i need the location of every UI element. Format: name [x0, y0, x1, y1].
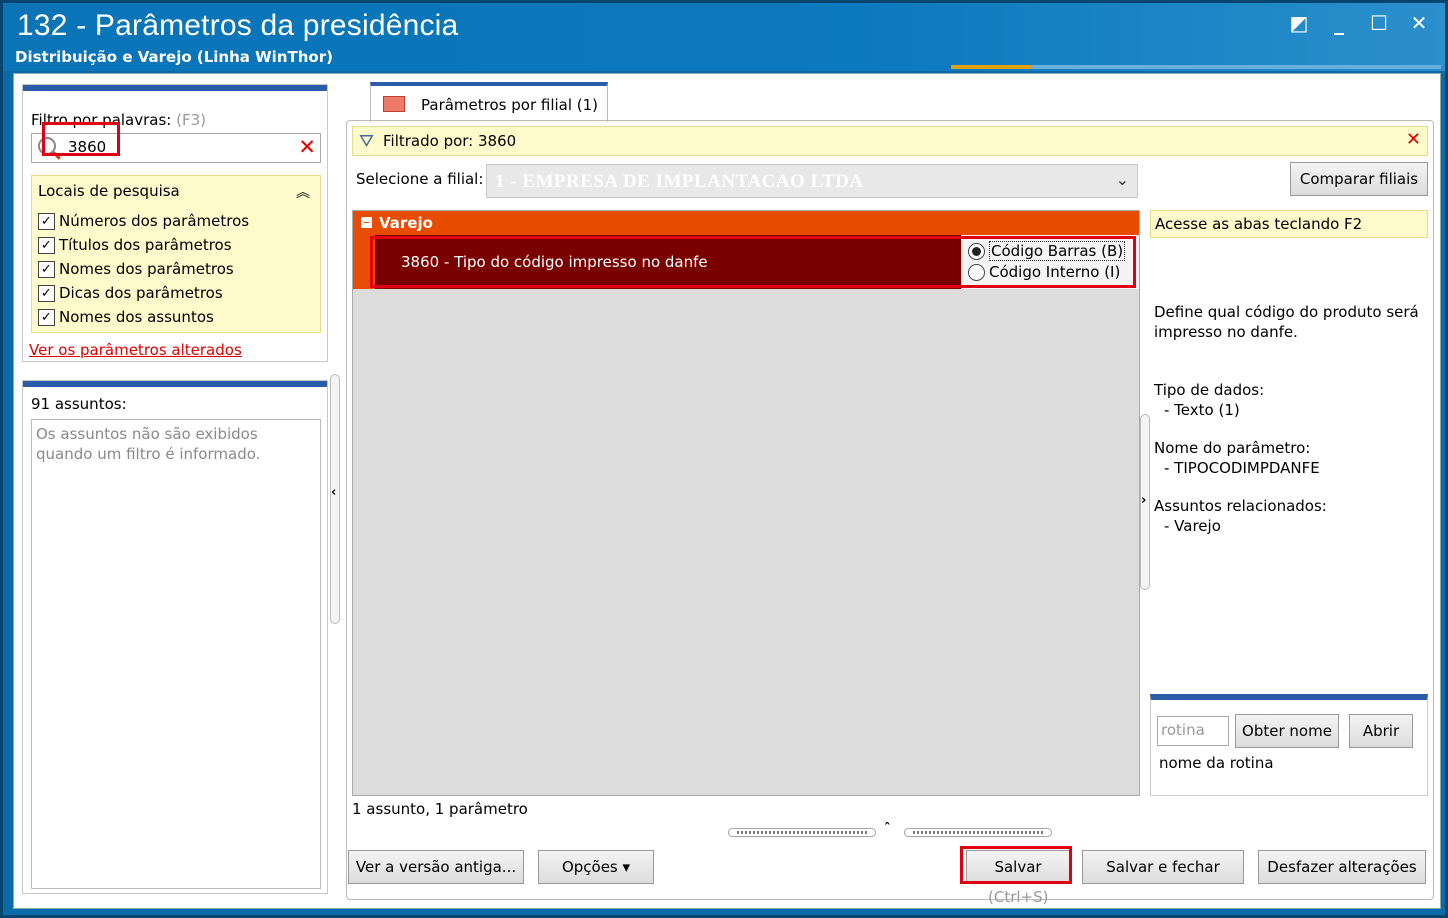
app-window: 132 - Parâmetros da presidência Distribu… [0, 0, 1448, 918]
checkbox-check-icon[interactable]: ✓ [38, 212, 55, 230]
checkbox-parameter-names[interactable]: ✓ Nomes dos parâmetros [38, 260, 234, 278]
filtered-by-label: Filtrado por: 3860 [383, 132, 517, 150]
save-and-close-button[interactable]: Salvar e fechar [1082, 850, 1244, 884]
branch-label: Selecione a filial: [356, 170, 484, 188]
title-accent-bar-2 [1031, 65, 1441, 69]
tip-related-label: Assuntos relacionados: [1154, 497, 1327, 515]
old-version-button[interactable]: Ver a versão antiga... [348, 850, 524, 884]
filtered-by-bar: ⛛ Filtrado por: 3860 ✕ [352, 126, 1428, 156]
tip-description: Define qual código do produto será impre… [1154, 303, 1419, 341]
tip-name-label: Nome do parâmetro: [1154, 439, 1311, 457]
subjects-empty-message: Os assuntos não são exibidos quando um f… [36, 425, 261, 463]
tabs-hint-bar: Acesse as abas teclando F2 [1150, 210, 1428, 238]
title-accent-bar [951, 65, 1031, 69]
routine-input[interactable]: rotina [1157, 716, 1229, 746]
checkbox-check-icon[interactable]: ✓ [38, 260, 55, 278]
undo-changes-button[interactable]: Desfazer alterações [1258, 850, 1426, 884]
checkbox-parameter-numbers[interactable]: ✓ Números dos parâmetros [38, 212, 249, 230]
restore-icon[interactable]: ◩ [1287, 11, 1311, 35]
filter-shortcut: (F3) [176, 111, 207, 129]
changed-parameters-link[interactable]: Ver os parâmetros alterados [29, 341, 242, 359]
tab-parameters-by-branch[interactable]: Parâmetros por filial (1) [370, 82, 608, 122]
highlight-parameter-row [370, 236, 1136, 288]
subjects-list[interactable]: Os assuntos não são exibidos quando um f… [31, 419, 321, 889]
splitter-grip[interactable] [728, 828, 876, 837]
tip-title: Dica do parâmetro 3860: [1154, 243, 1421, 296]
window-title: 132 - Parâmetros da presidência [17, 9, 459, 42]
window-subtitle: Distribuição e Varejo (Linha WinThor) [15, 48, 333, 66]
branch-select[interactable]: 1 - EMPRESA DE IMPLANTACAO LTDA ⌄ [486, 164, 1138, 198]
search-locations-header[interactable]: Locais de pesquisa [38, 182, 180, 200]
checkbox-parameter-titles[interactable]: ✓ Títulos dos parâmetros [38, 236, 232, 254]
checkbox-parameter-tips[interactable]: ✓ Dicas dos parâmetros [38, 284, 223, 302]
subjects-panel: 91 assuntos: Os assuntos não são exibido… [22, 380, 328, 894]
clear-filter-bar-icon[interactable]: ✕ [1406, 129, 1421, 150]
chevron-double-up-icon[interactable]: ︽ [296, 182, 310, 202]
checkbox-check-icon[interactable]: ✓ [38, 308, 55, 326]
bottom-splitter[interactable]: ˆ [728, 822, 1054, 840]
routine-panel: rotina Obter nome Abrir nome da rotina [1150, 694, 1428, 796]
tip-related-value: - Varejo [1164, 517, 1221, 535]
collapse-icon[interactable] [361, 217, 372, 228]
checkbox-check-icon[interactable]: ✓ [38, 284, 55, 302]
save-shortcut: (Ctrl+S) [988, 888, 1049, 906]
funnel-icon: ⛛ [359, 131, 375, 152]
grid-status: 1 assunto, 1 parâmetro [352, 800, 528, 818]
tab-label: Parâmetros por filial (1) [421, 96, 599, 114]
search-locations-box: Locais de pesquisa ︽ ✓ Números dos parâme… [31, 175, 321, 333]
clear-filter-icon[interactable]: ✕ [298, 135, 316, 159]
subjects-count: 91 assuntos: [31, 395, 127, 413]
minimize-icon[interactable]: _ [1327, 11, 1351, 35]
title-bar[interactable]: 132 - Parâmetros da presidência Distribu… [3, 3, 1445, 71]
tip-data-type-value: - Texto (1) [1164, 401, 1240, 419]
options-button[interactable]: Opções ▾ [538, 850, 654, 884]
splitter-grip[interactable] [904, 828, 1052, 837]
checkbox-check-icon[interactable]: ✓ [38, 236, 55, 254]
left-splitter[interactable]: ‹ [330, 374, 340, 624]
chevron-left-icon[interactable]: ‹ [331, 485, 336, 500]
right-splitter[interactable]: › [1140, 414, 1150, 590]
highlight-save-button [960, 846, 1072, 884]
close-icon[interactable]: ✕ [1407, 11, 1431, 35]
tip-data-type-label: Tipo de dados: [1154, 381, 1265, 399]
open-button[interactable]: Abrir [1349, 714, 1413, 748]
highlight-filter-value [42, 122, 120, 156]
compare-branches-button[interactable]: Comparar filiais [1290, 162, 1428, 196]
routine-name-label: nome da rotina [1159, 754, 1274, 772]
checkbox-subject-names[interactable]: ✓ Nomes dos assuntos [38, 308, 214, 326]
client-area: Filtro por palavras: (F3) ✕ Locais de pe… [13, 73, 1441, 909]
panel-topbar [23, 85, 327, 91]
folder-icon [383, 96, 405, 112]
chevron-down-icon[interactable]: ⌄ [1116, 170, 1129, 189]
branch-value: 1 - EMPRESA DE IMPLANTACAO LTDA [495, 171, 864, 192]
parameters-grid: Varejo 3860 - Tipo do código impresso no… [352, 210, 1140, 796]
chevron-up-icon[interactable]: ˆ [884, 822, 891, 837]
panel-topbar [23, 381, 327, 387]
get-name-button[interactable]: Obter nome [1235, 714, 1339, 748]
tip-name-value: - TIPOCODIMPDANFE [1164, 459, 1320, 477]
chevron-right-icon[interactable]: › [1141, 493, 1146, 508]
tabs-hint: Acesse as abas teclando F2 [1155, 215, 1363, 233]
group-header-varejo[interactable]: Varejo [353, 211, 1139, 235]
maximize-icon[interactable]: ☐ [1367, 11, 1391, 35]
group-label: Varejo [379, 214, 433, 232]
